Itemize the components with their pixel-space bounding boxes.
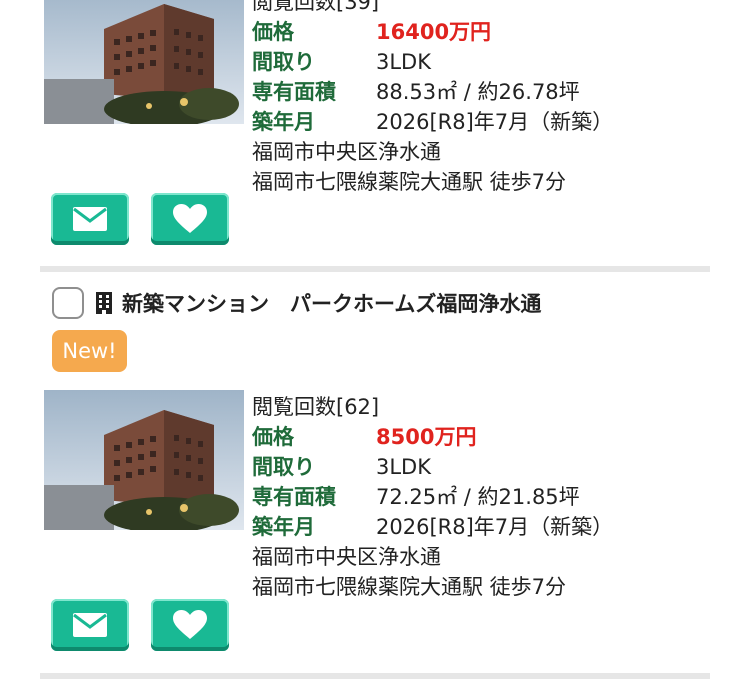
built-label: 築年月 [252, 515, 315, 539]
layout-value: 3LDK [376, 50, 432, 74]
favorite-button[interactable] [151, 599, 229, 651]
view-count: 閲覧回数[62] [252, 395, 380, 419]
area-label: 専有面積 [252, 80, 336, 104]
listing-details: 閲覧回数[39] 価格 16400万円 間取り 3LDK 専有面積 88.53㎡ / … [252, 0, 613, 197]
layout-label: 間取り [252, 50, 315, 74]
listing-title[interactable]: 新築マンション パークホームズ福岡浄水通 [122, 288, 541, 318]
area-value: 88.53㎡ / 約26.78坪 [376, 80, 580, 104]
built-value: 2026[R8]年7月（新築） [376, 515, 614, 539]
address: 福岡市中央区浄水通 [252, 545, 441, 569]
station-access: 福岡市七隈線薬院大通駅 徒歩7分 [252, 170, 567, 194]
layout-label: 間取り [252, 455, 315, 479]
property-photo[interactable] [44, 390, 244, 530]
property-photo[interactable] [44, 0, 244, 124]
heart-icon [173, 204, 207, 233]
mail-icon [73, 613, 107, 637]
area-label: 専有面積 [252, 485, 336, 509]
new-badge: New! [52, 330, 127, 372]
contact-mail-button[interactable] [51, 193, 129, 245]
layout-value: 3LDK [376, 455, 432, 479]
select-checkbox[interactable] [52, 287, 84, 319]
mail-icon [73, 207, 107, 231]
station-access: 福岡市七隈線薬院大通駅 徒歩7分 [252, 575, 567, 599]
price-value: 16400万円 [376, 20, 492, 44]
listing-divider [40, 266, 710, 272]
listing-divider [40, 673, 710, 679]
price-label: 価格 [252, 425, 294, 449]
heart-icon [173, 610, 207, 639]
listing-details: 閲覧回数[62] 価格 8500万円 間取り 3LDK 専有面積 72.25㎡ / 約… [252, 392, 613, 602]
price-value: 8500万円 [376, 425, 477, 449]
built-label: 築年月 [252, 110, 315, 134]
address: 福岡市中央区浄水通 [252, 140, 441, 164]
area-value: 72.25㎡ / 約21.85坪 [376, 485, 580, 509]
favorite-button[interactable] [151, 193, 229, 245]
built-value: 2026[R8]年7月（新築） [376, 110, 614, 134]
listing-title-row: 新築マンション パークホームズ福岡浄水通 [52, 287, 541, 319]
price-label: 価格 [252, 20, 294, 44]
contact-mail-button[interactable] [51, 599, 129, 651]
building-icon [96, 292, 112, 314]
view-count: 閲覧回数[39] [252, 0, 380, 14]
